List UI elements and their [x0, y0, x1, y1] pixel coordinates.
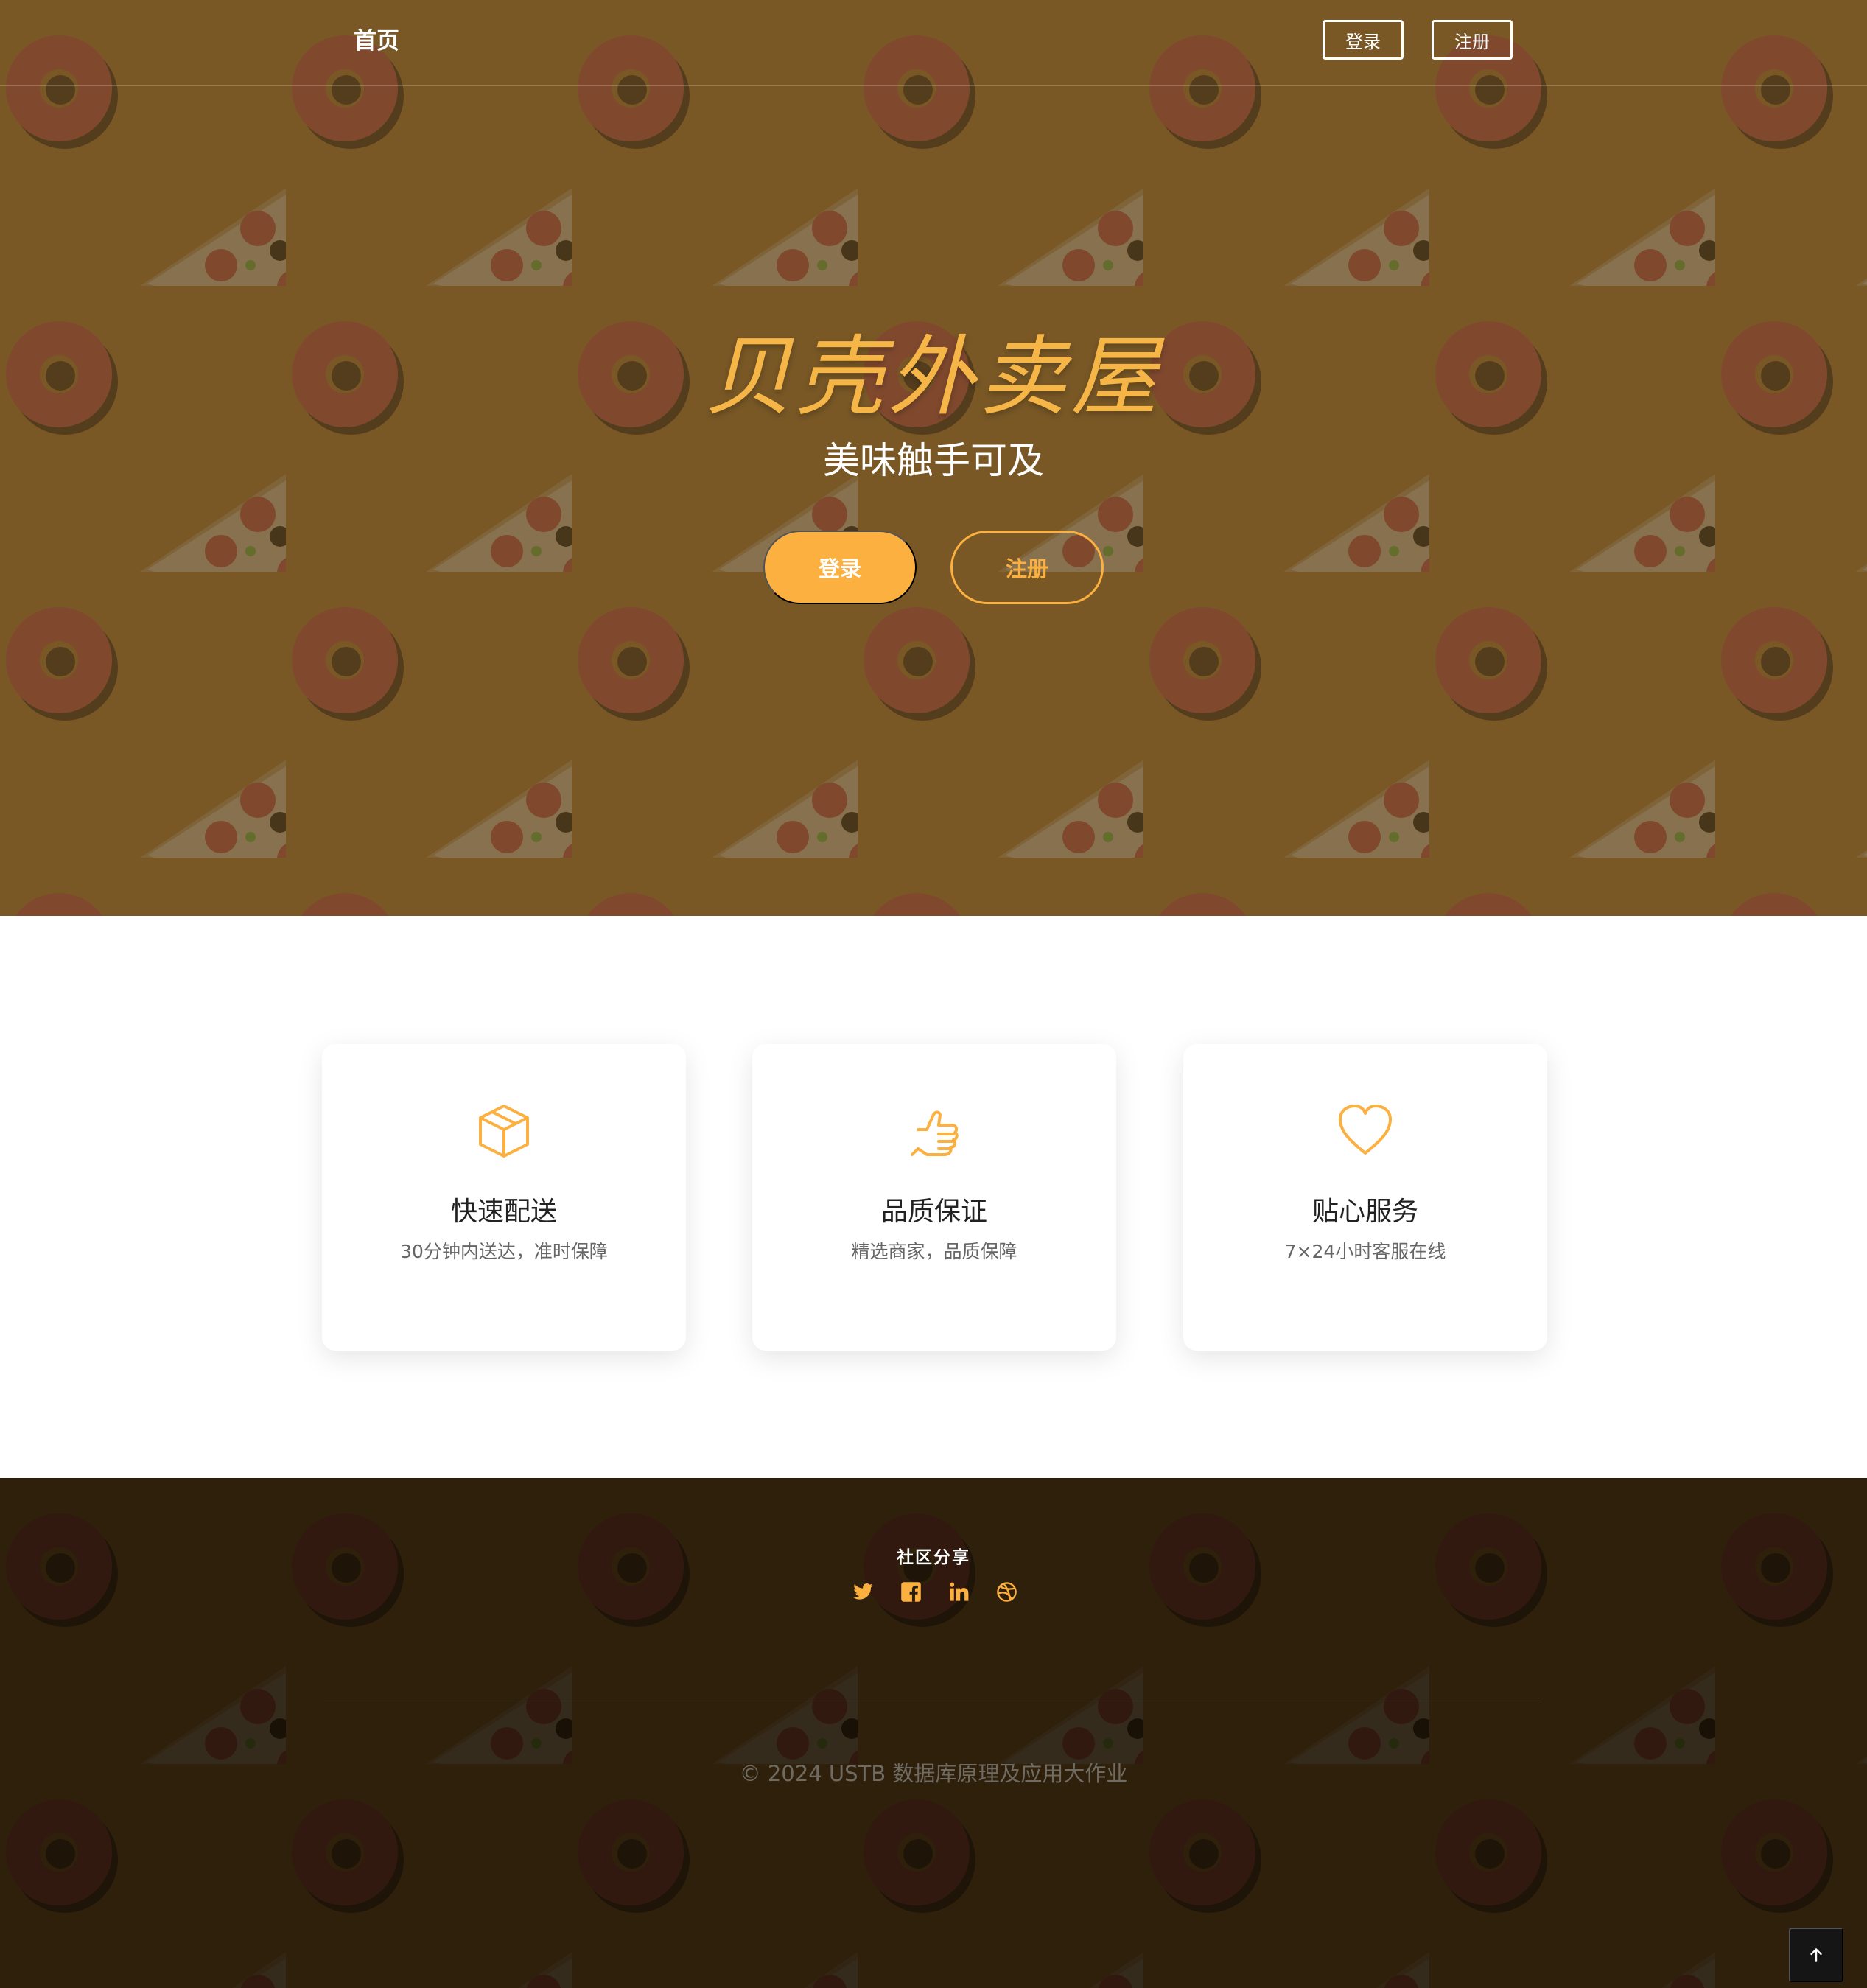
hero-register-button[interactable]: 注册: [950, 531, 1104, 604]
nav-register-button[interactable]: 注册: [1432, 20, 1513, 60]
feature-title: 快速配送: [450, 1197, 557, 1227]
dribbble-icon[interactable]: [996, 1581, 1017, 1603]
hero-login-button[interactable]: 登录: [763, 531, 917, 604]
thumbs-up-icon: [911, 1110, 959, 1156]
feature-card-quality: 品质保证 精选商家，品质保障: [752, 1044, 1116, 1351]
heart-icon: [1339, 1105, 1392, 1155]
nav-login-button[interactable]: 登录: [1323, 20, 1404, 60]
arrow-up-icon: [1810, 1948, 1822, 1962]
hero-tagline: 美味触手可及: [823, 439, 1044, 482]
twitter-icon[interactable]: [852, 1581, 874, 1603]
community-share-title: 社区分享: [897, 1548, 970, 1567]
linkedin-icon[interactable]: [948, 1581, 970, 1603]
social-links: [852, 1581, 1017, 1603]
feature-title: 品质保证: [880, 1197, 987, 1227]
back-to-top-button[interactable]: [1789, 1928, 1843, 1982]
top-nav: 首页 登录 注册: [0, 0, 1867, 86]
footer-section: 社区分享 © 2024 USTB 数据库原理及应用大作业: [0, 1478, 1867, 1988]
facebook-icon[interactable]: [900, 1581, 922, 1603]
feature-card-service: 贴心服务 7×24小时客服在线: [1183, 1044, 1547, 1351]
brand-title: 贝壳外卖屋: [704, 326, 1162, 427]
nav-home-link[interactable]: 首页: [354, 22, 399, 55]
feature-title: 贴心服务: [1311, 1197, 1418, 1227]
box-icon: [479, 1105, 529, 1158]
features-section: 快速配送 30分钟内送达，准时保障 品质保证 精选商家，品质保障 贴心服务 7×…: [0, 916, 1867, 1478]
feature-description: 精选商家，品质保障: [851, 1241, 1017, 1262]
copyright-text: © 2024 USTB 数据库原理及应用大作业: [739, 1761, 1128, 1786]
feature-description: 7×24小时客服在线: [1284, 1241, 1446, 1262]
hero-section: 首页 登录 注册 贝壳外卖屋 美味触手可及 登录 注册: [0, 0, 1867, 916]
feature-card-fast-delivery: 快速配送 30分钟内送达，准时保障: [322, 1044, 686, 1351]
feature-description: 30分钟内送达，准时保障: [400, 1241, 608, 1262]
